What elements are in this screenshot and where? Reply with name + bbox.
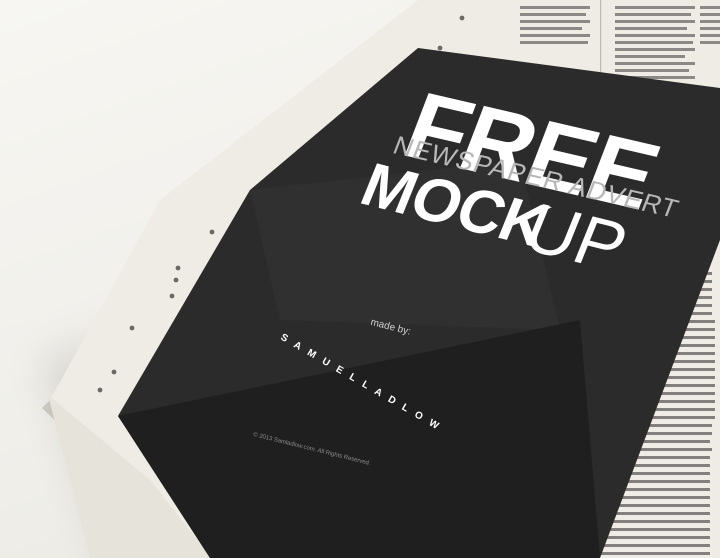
photo-scene: FREE NEWSPAPER ADVERT MOCK UP made by: S…	[0, 0, 720, 558]
newspaper	[42, 0, 720, 558]
